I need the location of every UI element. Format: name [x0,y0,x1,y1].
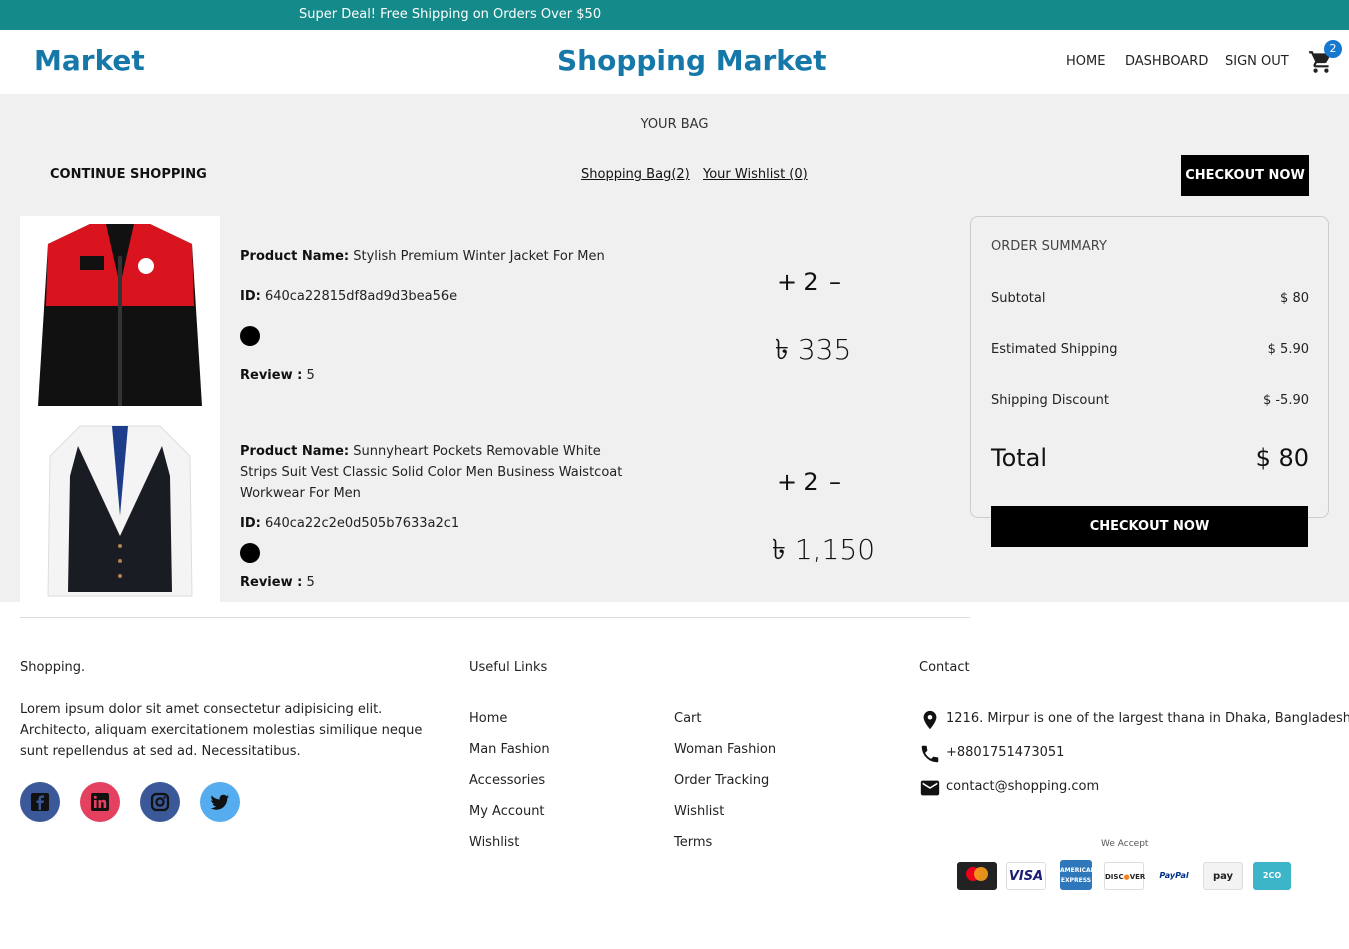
product-id: 640ca22815df8ad9d3bea56e [264,289,458,304]
product-id-line: ID: 640ca22815df8ad9d3bea56e [240,286,640,307]
product-color-swatch[interactable] [240,326,260,346]
decrease-button[interactable]: – [823,468,847,496]
price-value: 1,150 [794,533,876,566]
price-value: 335 [797,333,852,366]
mail-icon [920,780,940,796]
decrease-button[interactable]: – [823,268,847,296]
product-id: 640ca22c2e0d505b7633a2c1 [264,516,460,531]
footer-link-wishlist-2[interactable]: Wishlist [674,804,724,819]
product-image-waistcoat[interactable] [20,416,220,602]
product-name-label: Product Name: [240,249,350,264]
increase-button[interactable]: + [775,268,799,296]
cart-count-badge: 2 [1324,40,1342,58]
quantity-stepper: +2– [775,468,847,496]
useful-links-title: Useful Links [469,660,548,675]
footer-link-accessories[interactable]: Accessories [469,773,545,788]
total-value: $ 80 [1255,444,1309,472]
mastercard-icon [957,862,997,890]
visa-icon: VISA [1006,862,1046,890]
instagram-icon[interactable] [140,782,180,822]
header: Market Shopping Market HOME DASHBOARD SI… [0,30,1349,94]
footer-link-home[interactable]: Home [469,711,507,726]
we-accept-label: We Accept [1101,839,1149,849]
shopping-bag-link[interactable]: Shopping Bag(2) [581,167,690,182]
phone-icon [921,745,939,763]
amazon-pay-icon: pay [1203,862,1243,890]
order-summary-title: ORDER SUMMARY [991,239,1107,254]
quantity-stepper: +2– [775,268,847,296]
location-pin-icon [923,710,937,730]
product-price: ৳ 335 [775,328,851,375]
quantity-value: 2 [803,468,819,496]
discount-row: Shipping Discount $ -5.90 [991,393,1309,408]
product-id-label: ID: [240,289,261,304]
logo[interactable]: Market [34,44,145,77]
cart-item: Product Name: Sunnyheart Pockets Removab… [20,416,970,616]
currency-symbol: ৳ [775,333,789,366]
nav-dashboard[interactable]: DASHBOARD [1125,54,1208,69]
footer-link-wishlist[interactable]: Wishlist [469,835,519,850]
product-name-label: Product Name: [240,444,350,459]
order-summary: ORDER SUMMARY Subtotal $ 80 Estimated Sh… [970,216,1329,518]
discover-icon: DISC●VER [1104,862,1145,890]
contact-title: Contact [919,660,970,675]
announcement-text: Super Deal! Free Shipping on Orders Over… [299,7,602,22]
2co-icon: 2CO [1253,862,1291,890]
footer-link-man-fashion[interactable]: Man Fashion [469,742,550,757]
checkout-now-button[interactable]: CHECKOUT NOW [991,506,1308,547]
email-text[interactable]: contact@shopping.com [946,779,1099,794]
subtotal-value: $ 80 [1280,291,1309,306]
continue-shopping-button[interactable]: CONTINUE SHOPPING [50,167,207,182]
product-review-line: Review : 5 [240,572,640,593]
product-review: 5 [306,575,315,590]
footer-link-my-account[interactable]: My Account [469,804,545,819]
subtotal-label: Subtotal [991,291,1046,306]
increase-button[interactable]: + [775,468,799,496]
footer-link-order-tracking[interactable]: Order Tracking [674,773,769,788]
cart-item: Product Name: Stylish Premium Winter Jac… [20,216,970,416]
footer-link-terms[interactable]: Terms [674,835,712,850]
linkedin-icon[interactable] [80,782,120,822]
nav-sign-out[interactable]: SIGN OUT [1225,54,1289,69]
product-name: Stylish Premium Winter Jacket For Men [353,249,605,264]
announcement-bar: Super Deal! Free Shipping on Orders Over… [0,0,1349,30]
amex-icon: AMERICAN EXPRESS [1060,860,1096,890]
paypal-icon: PayPal [1154,862,1194,890]
product-review-label: Review : [240,368,303,383]
address-text: 1216. Mirpur is one of the largest thana… [946,711,1349,726]
footer-link-woman-fashion[interactable]: Woman Fashion [674,742,776,757]
brand-title: Shopping Market [557,44,827,77]
divider [20,617,970,618]
subtotal-row: Subtotal $ 80 [991,291,1309,306]
product-review-line: Review : 5 [240,365,640,386]
footer-description: Lorem ipsum dolor sit amet consectetur a… [20,702,423,759]
product-id-line: ID: 640ca22c2e0d505b7633a2c1 [240,513,640,534]
shipping-value: $ 5.90 [1267,342,1309,357]
twitter-icon[interactable] [200,782,240,822]
nav-home[interactable]: HOME [1066,54,1105,69]
phone-text[interactable]: +8801751473051 [946,745,1064,760]
product-id-label: ID: [240,516,261,531]
bag-title: YOUR BAG [640,117,709,132]
product-price: ৳ 1,150 [772,528,875,575]
total-label: Total [991,444,1048,472]
checkout-now-button-top[interactable]: CHECKOUT NOW [1181,155,1309,196]
product-name-line: Product Name: Stylish Premium Winter Jac… [240,246,640,267]
footer-shop-title: Shopping. [20,660,86,675]
shipping-label: Estimated Shipping [991,342,1118,357]
shipping-row: Estimated Shipping $ 5.90 [991,342,1309,357]
quantity-value: 2 [803,268,819,296]
currency-symbol: ৳ [772,533,786,566]
product-image-jacket[interactable] [20,216,220,416]
discount-label: Shipping Discount [991,393,1109,408]
wishlist-link[interactable]: Your Wishlist (0) [703,167,808,182]
product-name-line: Product Name: Sunnyheart Pockets Removab… [240,441,640,504]
footer-link-cart[interactable]: Cart [674,711,702,726]
total-row: Total $ 80 [991,444,1309,472]
product-review: 5 [306,368,315,383]
product-color-swatch[interactable] [240,543,260,563]
facebook-icon[interactable] [20,782,60,822]
product-review-label: Review : [240,575,303,590]
discount-value: $ -5.90 [1262,393,1309,408]
